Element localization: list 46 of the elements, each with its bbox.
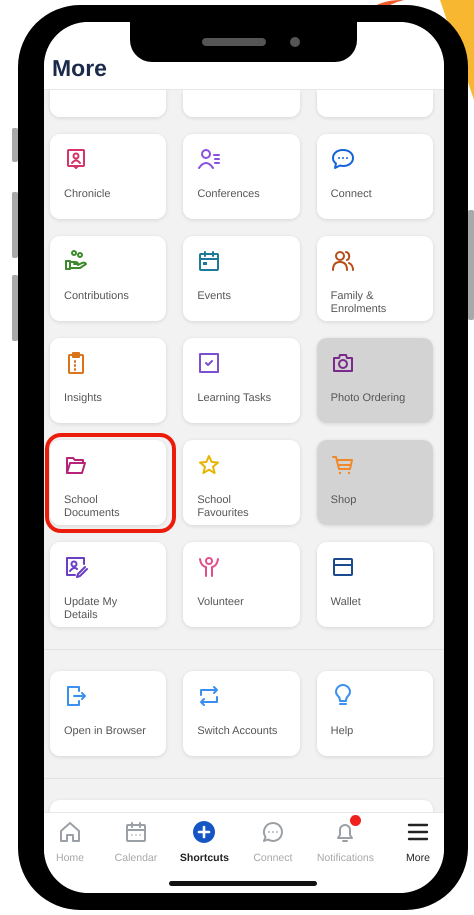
shortcut-tile[interactable]: Open in Browser xyxy=(50,671,166,756)
shortcut-tile[interactable]: School Documents xyxy=(50,440,166,525)
shortcut-tile[interactable]: Conferences xyxy=(183,134,300,219)
shortcut-tile[interactable]: Learning Tasks xyxy=(183,338,300,423)
tile-label: Wallet xyxy=(330,596,362,609)
tile-label: Photo Ordering xyxy=(330,392,406,405)
tile-label: Shop xyxy=(330,494,358,507)
shortcut-tile[interactable]: Switch Accounts xyxy=(183,671,300,756)
tile-label: Learning Tasks xyxy=(197,392,272,405)
tile-label: Contributions xyxy=(64,290,130,303)
tile-label: Chronicle xyxy=(64,188,112,201)
tile-card[interactable] xyxy=(316,90,433,117)
shortcut-tile[interactable]: Help xyxy=(316,671,433,756)
shortcut-tile[interactable]: Contributions xyxy=(50,236,166,321)
shortcut-tile[interactable]: Wallet xyxy=(316,542,433,627)
tile-label: School Documents xyxy=(64,494,121,520)
tile-label: Volunteer xyxy=(197,596,245,609)
shortcut-tile[interactable]: Update My Details xyxy=(50,542,166,627)
tab-bar-item[interactable]: Shortcuts xyxy=(180,813,229,893)
shortcut-tile[interactable]: Volunteer xyxy=(183,542,300,627)
shortcut-tile[interactable]: Insights xyxy=(50,338,166,423)
tile-card[interactable] xyxy=(183,90,300,117)
camera-dot xyxy=(290,37,300,47)
home-icon xyxy=(58,820,82,844)
screen-title: More xyxy=(52,57,107,80)
tile-label: Events xyxy=(197,290,232,303)
shortcut-tile[interactable]: Connect xyxy=(316,134,433,219)
shortcut-tile[interactable]: Events xyxy=(183,236,300,321)
tile-label: Open in Browser xyxy=(64,725,147,738)
tile-label: Family & Enrolments xyxy=(330,290,388,316)
shortcut-tile[interactable]: Chronicle xyxy=(50,134,166,219)
calendar-icon xyxy=(124,820,148,844)
plus-circle-icon xyxy=(192,820,216,844)
tile-label: Help xyxy=(330,725,354,738)
tile-label: Insights xyxy=(64,392,103,405)
shortcut-tile[interactable]: School Favourites xyxy=(183,440,300,525)
tab-bar-item[interactable]: More xyxy=(396,813,440,893)
tile-label: Update My Details xyxy=(64,596,118,622)
chat-bubble-icon xyxy=(260,820,285,844)
speaker-grille xyxy=(202,38,266,46)
tile-label: Switch Accounts xyxy=(197,725,278,738)
tile-label: Conferences xyxy=(197,188,261,201)
tile-card[interactable] xyxy=(50,90,166,117)
shortcut-tile[interactable]: Family & Enrolments xyxy=(316,236,433,321)
tile-label: School Favourites xyxy=(197,494,250,520)
tile-label: Connect xyxy=(330,188,373,201)
